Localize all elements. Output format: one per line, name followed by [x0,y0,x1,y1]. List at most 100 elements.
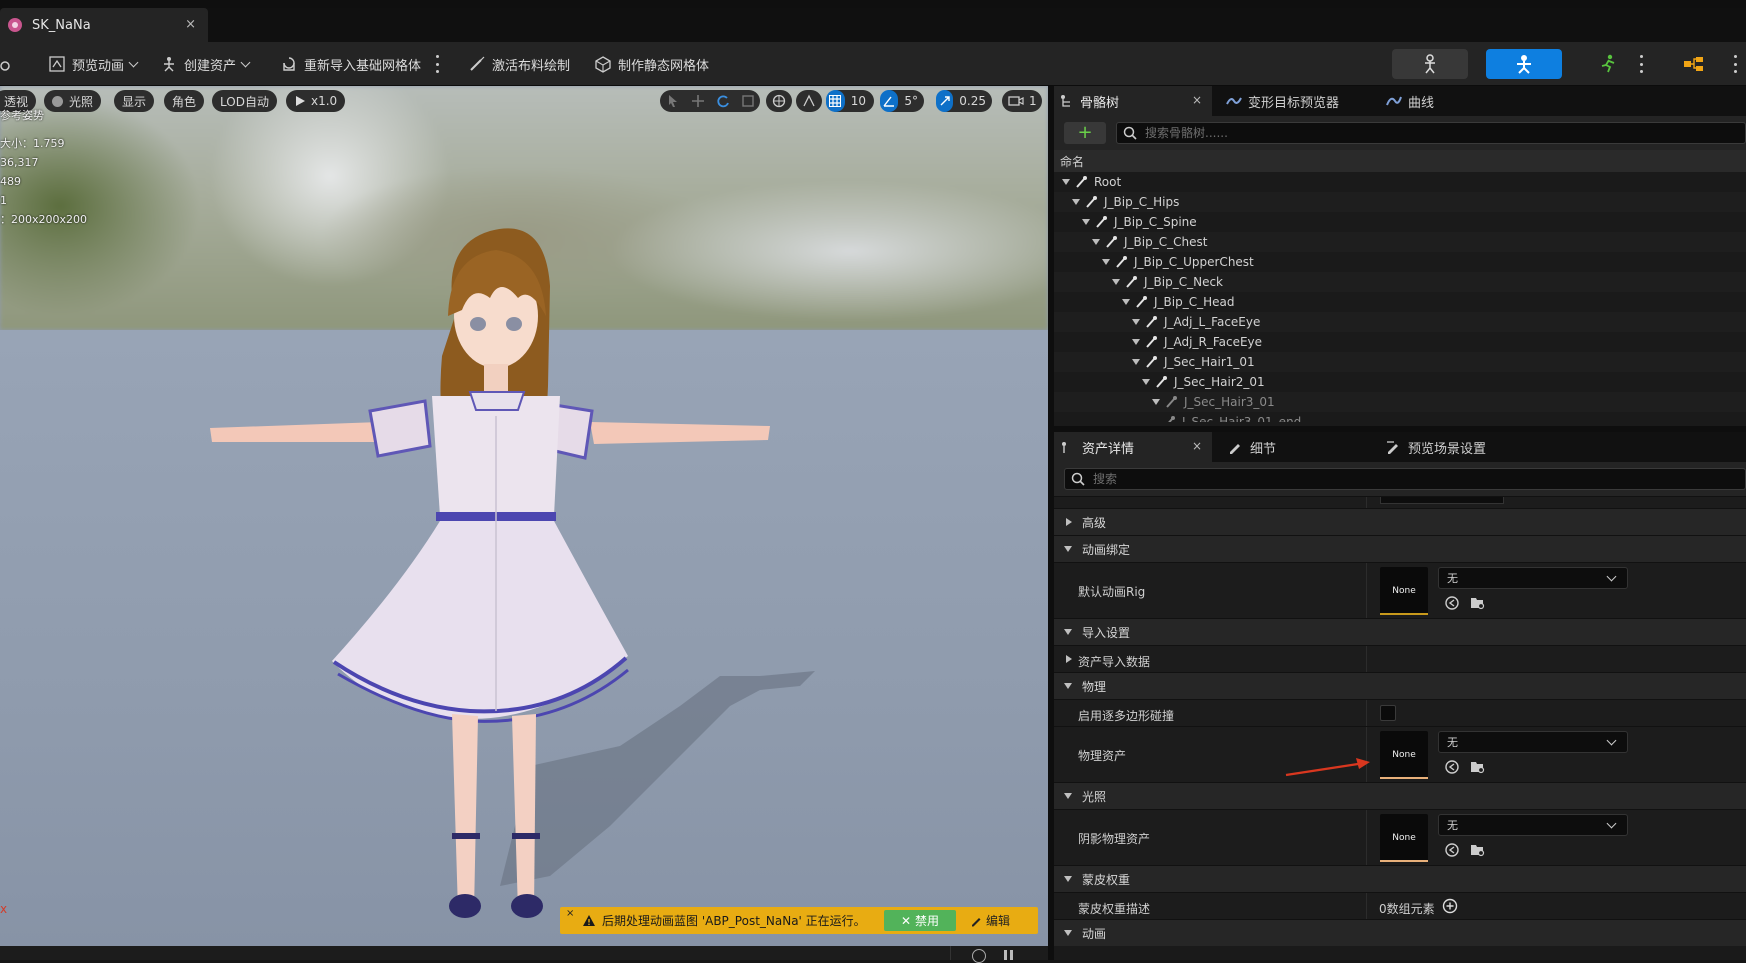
asset-action-buttons [1444,595,1486,611]
category-lighting[interactable]: 光照 [1054,782,1746,809]
expand-arrow-icon[interactable] [1122,299,1130,305]
skeleton-search-input[interactable] [1143,125,1443,141]
blueprint-mode-button[interactable] [1672,49,1716,79]
details-search-box[interactable] [1064,468,1746,490]
preview-animation-button[interactable]: 预览动画 [48,42,139,86]
physics-asset-thumbnail[interactable]: None [1380,731,1428,779]
playback-speed-button[interactable]: x1.0 [286,90,346,112]
create-asset-button[interactable]: 创建资产 [160,42,251,86]
tab-skeleton-tree[interactable]: 骨骼树 × [1054,86,1212,116]
expand-arrow-icon[interactable] [1132,339,1140,345]
use-selected-icon[interactable] [1444,759,1460,775]
lod-button[interactable]: LOD自动 [212,90,277,112]
bone-tree-row[interactable]: J_Adj_L_FaceEye [1054,312,1746,332]
bone-tree-row[interactable]: J_Bip_C_Head [1054,292,1746,312]
expand-arrow-icon[interactable] [1132,359,1140,365]
expand-arrow-icon[interactable] [1082,219,1090,225]
bone-tree-row[interactable]: J_Sec_Hair1_01 [1054,352,1746,372]
details-search-input[interactable] [1091,471,1391,487]
skeleton-mode-button[interactable] [1392,49,1468,79]
bone-tree-row[interactable]: J_Bip_C_Neck [1054,272,1746,292]
coordinate-space-button[interactable] [766,90,792,112]
timeline-bar[interactable] [0,946,1048,963]
per-poly-collision-checkbox[interactable] [1380,705,1396,721]
cloth-paint-button[interactable]: 激活布料绘制 [468,42,570,86]
bone-tree-row[interactable]: J_Bip_C_Chest [1054,232,1746,252]
expand-arrow-icon[interactable] [1132,319,1140,325]
category-skin-weight[interactable]: 蒙皮权重 [1054,865,1746,892]
expand-arrow-icon[interactable] [1072,199,1080,205]
reimport-base-mesh-button[interactable]: 重新导入基础网格体 [280,42,421,86]
bone-tree-row[interactable]: J_Sec_Hair3_01_end [1054,412,1746,422]
skeleton-search-box[interactable] [1116,122,1746,144]
preview-viewport[interactable]: 透视 光照 显示 角色 LOD自动 x1.0 参考姿势 大小：1.759 36,… [0,86,1048,946]
category-advanced[interactable]: 高级 [1054,508,1746,535]
bone-tree-row[interactable]: J_Sec_Hair2_01 [1054,372,1746,392]
browse-folder-icon[interactable] [1470,842,1486,858]
move-icon[interactable] [691,94,705,108]
bone-tree-row[interactable]: J_Sec_Hair3_01 [1054,392,1746,412]
tab-preview-scene-settings[interactable]: 预览场景设置 [1380,432,1486,462]
menu-bar [0,0,1746,8]
tab-asset-details[interactable]: 资产详情 × [1054,432,1212,462]
expand-arrow-icon[interactable] [1092,239,1100,245]
close-tab-button[interactable]: × [1192,439,1202,453]
blueprint-options-icon[interactable] [1734,55,1738,73]
use-selected-icon[interactable] [1444,595,1460,611]
disable-button[interactable]: ✕ 禁用 [884,910,956,931]
use-selected-icon[interactable] [1444,842,1460,858]
show-button[interactable]: 显示 [114,90,155,112]
edit-button[interactable]: 编辑 [970,910,1010,931]
expand-arrow-icon[interactable] [1062,179,1070,185]
mesh-mode-button[interactable] [1486,49,1562,79]
default-anim-rig-thumbnail[interactable]: None [1380,567,1428,615]
close-tab-button[interactable]: × [185,17,196,32]
category-animation[interactable]: 动画 [1054,919,1746,946]
mode-options-icon[interactable] [1640,55,1644,73]
browse-folder-icon[interactable] [1470,759,1486,775]
document-tab-sk-nana[interactable]: SK_NaNa × [0,8,208,42]
close-tab-button[interactable]: × [1192,93,1202,107]
physics-asset-combo[interactable]: 无 [1438,731,1628,753]
pause-icon[interactable] [1004,950,1007,960]
scale-icon[interactable] [741,94,755,108]
expand-arrow-icon[interactable] [1152,399,1160,405]
scale-snap-button[interactable]: 0.25 [936,90,992,112]
bone-tree-row[interactable]: J_Bip_C_Hips [1054,192,1746,212]
expand-arrow-icon[interactable] [1142,379,1150,385]
add-element-icon[interactable] [1442,898,1458,914]
bone-tree-row[interactable]: J_Bip_C_UpperChest [1054,252,1746,272]
character-button[interactable]: 角色 [164,90,205,112]
bone-name: J_Bip_C_UpperChest [1134,255,1254,269]
surface-snap-button[interactable] [796,90,822,112]
expand-arrow-icon[interactable] [1112,279,1120,285]
bone-tree-row[interactable]: J_Adj_R_FaceEye [1054,332,1746,352]
add-bone-button[interactable]: + [1064,122,1106,144]
property-asset-import-data[interactable]: 资产导入数据 [1054,645,1746,672]
rotate-icon[interactable] [716,94,730,108]
camera-icon[interactable] [0,42,14,86]
tab-curves[interactable]: 曲线 [1380,86,1434,116]
tab-morph-target-previewer[interactable]: 变形目标预览器 [1220,86,1339,116]
notification-close-button[interactable]: × [566,908,574,919]
make-static-mesh-button[interactable]: 制作静态网格体 [594,42,709,86]
more-options-icon[interactable] [436,55,440,73]
bone-tree-row[interactable]: Root [1054,172,1746,192]
grid-snap-button[interactable]: 10 [826,90,874,112]
category-anim-binding[interactable]: 动画绑定 [1054,535,1746,562]
camera-speed-button[interactable]: 1 [1002,90,1042,112]
category-physics[interactable]: 物理 [1054,672,1746,699]
asset-details-icon [1062,442,1066,453]
default-anim-rig-combo[interactable]: 无 [1438,567,1628,589]
rotation-snap-button[interactable]: 5° [880,90,924,112]
shadow-physics-asset-thumbnail[interactable]: None [1380,814,1428,862]
animation-mode-button[interactable] [1580,49,1636,79]
record-icon[interactable] [972,949,986,963]
select-arrow-icon[interactable] [666,94,680,108]
shadow-physics-asset-combo[interactable]: 无 [1438,814,1628,836]
expand-arrow-icon[interactable] [1102,259,1110,265]
bone-tree-row[interactable]: J_Bip_C_Spine [1054,212,1746,232]
tab-details[interactable]: 细节 [1220,432,1276,462]
category-import-settings[interactable]: 导入设置 [1054,618,1746,645]
browse-folder-icon[interactable] [1470,595,1486,611]
